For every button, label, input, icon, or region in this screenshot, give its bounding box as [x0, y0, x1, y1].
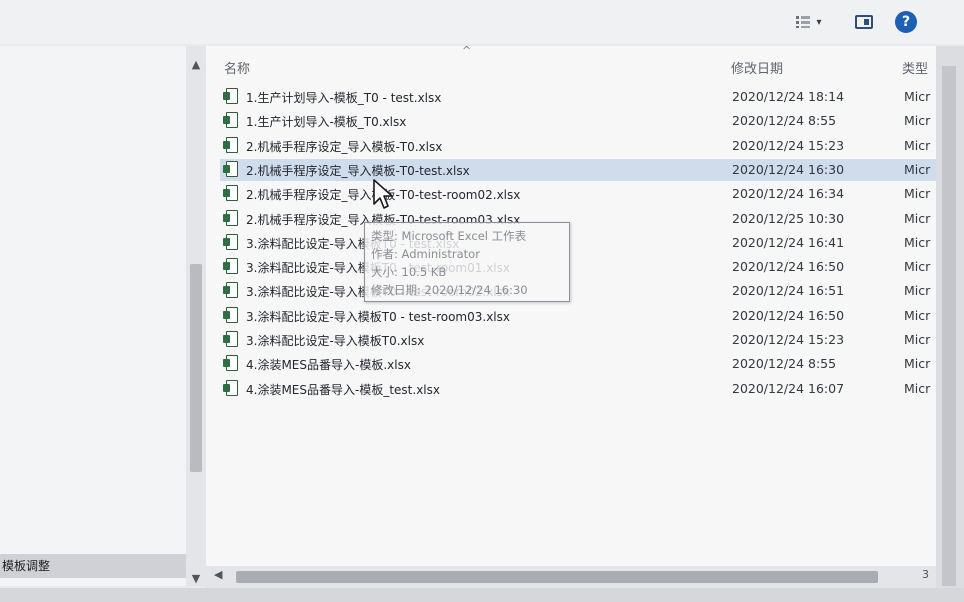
- excel-file-icon: [223, 209, 238, 226]
- excel-file-icon: [223, 185, 238, 202]
- right-panel-scrollbar[interactable]: [936, 46, 964, 602]
- excel-file-icon: [223, 258, 238, 275]
- file-type: Micr: [904, 380, 931, 396]
- file-row[interactable]: 3.涂料配比设定-导入模板T0.xlsx 2020/12/24 15:23 Micr: [220, 329, 936, 351]
- file-row[interactable]: 3.涂料配比设定-导入模板T0 - test.xlsx 2020/12/24 16…: [220, 232, 936, 254]
- file-row[interactable]: 1.生产计划导入-模板_T0.xlsx 2020/12/24 8:55 Micr: [220, 110, 936, 132]
- navigation-pane[interactable]: [0, 46, 186, 586]
- file-type: Micr: [904, 137, 931, 153]
- file-modified-date: 2020/12/24 8:55: [732, 113, 837, 129]
- file-row[interactable]: 2.机械手程序设定_导入模板-T0-test.xlsx 2020/12/24 16…: [220, 158, 936, 181]
- file-row[interactable]: 2.机械手程序设定_导入模板-T0-test-room03.xlsx 2020/1…: [220, 208, 936, 230]
- scroll-left-arrow[interactable]: ◀: [214, 568, 222, 581]
- scroll-up-arrow[interactable]: ▲: [186, 58, 206, 71]
- scroll-down-arrow[interactable]: ▼: [186, 572, 206, 585]
- file-modified-date: 2020/12/25 10:30: [732, 210, 845, 226]
- right-scroll-thumb[interactable]: [942, 66, 956, 586]
- excel-file-icon: [223, 355, 238, 372]
- file-row[interactable]: 2.机械手程序设定_导入模板-T0-test-room02.xlsx2020/1…: [220, 183, 936, 205]
- file-row[interactable]: 3.涂料配比设定-导入模板T0 - test-room03.xlsx 2020/1…: [220, 305, 936, 327]
- file-row[interactable]: 3.涂料配比设定-导入模板T0 - test-room01.xlsx2020/1…: [220, 256, 936, 278]
- excel-file-icon: [223, 306, 238, 323]
- excel-file-icon: [223, 331, 238, 347]
- toolbar: ▾ ?: [0, 0, 964, 44]
- file-name: 3.涂料配比设定-导入模板T0.xlsx: [246, 334, 425, 348]
- file-name: 2.机械手程序设定_导入模板-T0-test.xlsx: [246, 163, 470, 178]
- status-strip: [0, 588, 964, 602]
- file-type: Micr: [904, 332, 931, 347]
- excel-file-icon: [223, 112, 238, 129]
- preview-pane-button[interactable]: [852, 10, 876, 34]
- excel-file-icon: [223, 160, 238, 177]
- file-info-tooltip: 类型: Microsoft Excel 工作表 作者: Administrato…: [364, 222, 570, 302]
- file-name: 1.生产计划导入-模板_T0 - test.xlsx: [246, 91, 442, 105]
- column-header-name[interactable]: 名称: [224, 58, 250, 77]
- column-header-date[interactable]: 修改日期: [731, 58, 783, 77]
- file-type: Micr: [904, 113, 931, 129]
- file-modified-date: 2020/12/24 18:14: [732, 89, 845, 104]
- scroll-thumb[interactable]: [190, 264, 202, 472]
- chevron-down-icon: ▾: [816, 16, 822, 28]
- excel-file-icon: [223, 88, 238, 104]
- file-type: Micr: [904, 356, 931, 372]
- file-row[interactable]: 1.生产计划导入-模板_T0 - test.xlsx 2020/12/24 18:…: [220, 86, 936, 108]
- column-header-type[interactable]: 类型: [902, 58, 928, 77]
- help-button[interactable]: ?: [894, 10, 918, 34]
- file-modified-date: 2020/12/24 15:23: [732, 332, 845, 347]
- details-view-icon: [796, 16, 811, 28]
- file-modified-date: 2020/12/24 15:23: [732, 137, 845, 153]
- tooltip-type: 类型: Microsoft Excel 工作表: [371, 229, 527, 243]
- file-row[interactable]: 4.涂装MES品番导入-模板_test.xlsx 2020/12/24 16:07…: [220, 378, 936, 400]
- tooltip-author: 作者: Administrator: [371, 247, 480, 261]
- excel-file-icon: [223, 136, 238, 153]
- nav-item-selected[interactable]: 模板调整: [0, 554, 186, 578]
- file-name: 2.机械手程序设定_导入模板-T0.xlsx: [246, 139, 443, 154]
- scroll-right-arrow[interactable]: 3: [922, 568, 929, 581]
- excel-file-icon: [223, 233, 238, 250]
- excel-file-icon: [223, 282, 238, 299]
- file-modified-date: 2020/12/24 16:51: [732, 283, 845, 299]
- file-row[interactable]: 2.机械手程序设定_导入模板-T0.xlsx 2020/12/24 15:23 Mi…: [220, 135, 936, 157]
- tooltip-size: 大小: 10.5 KB: [371, 265, 447, 279]
- file-type: Micr: [904, 210, 931, 226]
- excel-file-icon: [223, 379, 238, 396]
- file-name: 4.涂装MES品番导入-模板.xlsx: [246, 358, 411, 373]
- file-type: Micr: [904, 186, 931, 202]
- mouse-cursor-icon: [373, 179, 393, 209]
- file-modified-date: 2020/12/24 16:30: [732, 161, 845, 177]
- navigation-scrollbar[interactable]: ▲ ▼: [186, 46, 206, 586]
- tooltip-date: 修改日期: 2020/12/24 16:30: [371, 283, 528, 297]
- file-modified-date: 2020/12/24 8:55: [732, 356, 837, 372]
- file-list[interactable]: ^ 名称 修改日期 类型 1.生产计划导入-模板_T0 - test.xlsx 2…: [206, 46, 936, 566]
- file-type: Micr: [904, 234, 931, 250]
- file-type: Micr: [904, 89, 931, 104]
- sort-indicator: ^: [462, 46, 472, 57]
- file-type: Micr: [904, 283, 931, 299]
- file-row[interactable]: 4.涂装MES品番导入-模板.xlsx 2020/12/24 8:55 Micr: [220, 353, 936, 375]
- file-type: Micr: [904, 259, 931, 275]
- change-view-button[interactable]: ▾: [786, 10, 832, 34]
- preview-pane-icon: [855, 15, 873, 29]
- file-modified-date: 2020/12/24 16:50: [732, 259, 845, 275]
- file-modified-date: 2020/12/24 16:34: [732, 186, 845, 202]
- file-name: 1.生产计划导入-模板_T0.xlsx: [246, 115, 407, 130]
- horizontal-scroll-thumb[interactable]: [236, 571, 878, 583]
- horizontal-scrollbar[interactable]: ◀ 3: [206, 566, 936, 588]
- file-row[interactable]: 3.涂料配比设定-导入模板T0 - test-room02.xlsx2020/1…: [220, 280, 936, 302]
- file-type: Micr: [904, 161, 931, 177]
- file-modified-date: 2020/12/24 16:41: [732, 234, 845, 250]
- file-type: Micr: [904, 307, 931, 323]
- help-icon: ?: [895, 11, 917, 33]
- file-name: 3.涂料配比设定-导入模板T0 - test-room03.xlsx: [246, 309, 510, 324]
- file-name: 4.涂装MES品番导入-模板_test.xlsx: [246, 382, 440, 397]
- file-modified-date: 2020/12/24 16:07: [732, 380, 845, 396]
- file-modified-date: 2020/12/24 16:50: [732, 307, 845, 323]
